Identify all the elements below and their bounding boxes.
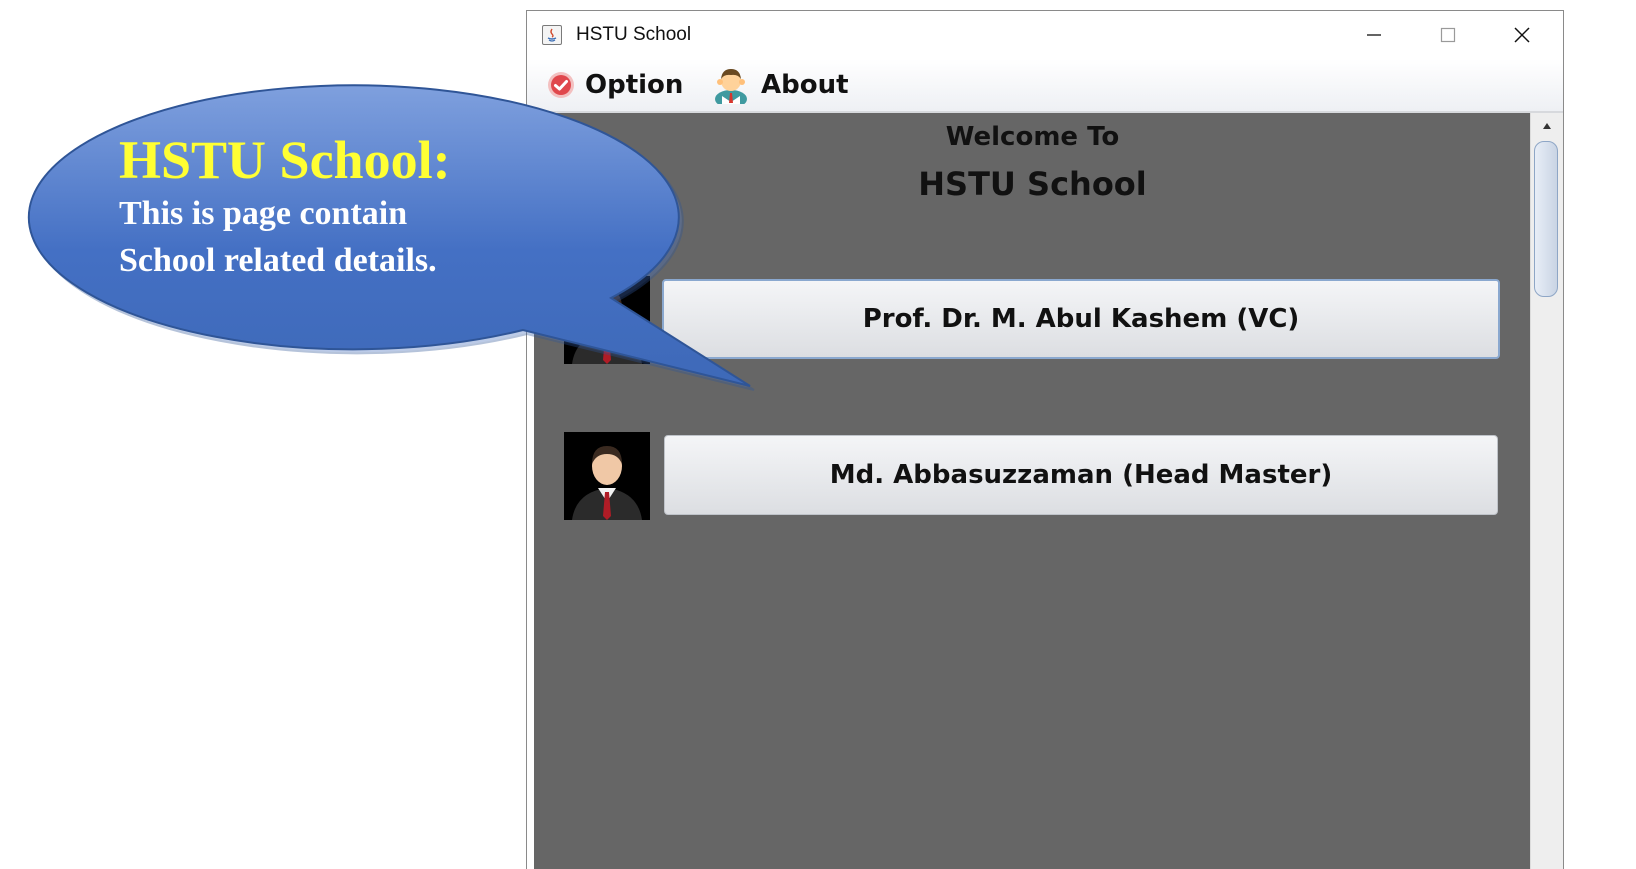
menu-option-label: Option [585,70,684,100]
menu-about-label: About [761,70,849,100]
maximize-icon [1440,27,1456,43]
close-icon [1514,27,1530,43]
vc-button[interactable]: Prof. Dr. M. Abul Kashem (VC) [662,279,1500,359]
headmaster-button[interactable]: Md. Abbasuzzaman (Head Master) [664,435,1498,515]
person-icon [715,69,747,104]
title-bar[interactable]: HSTU School [527,11,1563,59]
app-window: HSTU School Option About Welcome To HSTU… [526,10,1564,869]
minimize-icon [1367,34,1381,36]
headmaster-avatar [564,432,650,520]
close-button[interactable] [1485,11,1559,59]
callout-line-1: This is page contain [119,195,408,232]
headmaster-button-label: Md. Abbasuzzaman (Head Master) [829,460,1333,490]
minimize-button[interactable] [1337,11,1411,59]
java-app-icon [542,25,562,45]
callout-title: HSTU School: [119,130,451,190]
vc-button-label: Prof. Dr. M. Abul Kashem (VC) [862,304,1300,334]
person-avatar-icon [564,276,650,364]
welcome-heading: Welcome To [945,122,1120,152]
person-avatar-icon [564,432,650,520]
scroll-up-button[interactable] [1531,113,1563,139]
callout-line-2: School related details. [119,242,437,279]
scroll-thumb[interactable] [1534,141,1558,297]
school-heading: HSTU School [918,165,1147,203]
menu-option[interactable]: Option [547,67,683,103]
content-panel: Welcome To HSTU School Prof. Dr. M. Abul… [527,113,1563,869]
menu-bar: Option About [527,59,1563,113]
vertical-scrollbar[interactable] [1530,113,1563,869]
maximize-button[interactable] [1411,11,1485,59]
window-title: HSTU School [576,24,692,45]
vc-avatar [564,276,650,364]
option-icon [548,72,574,98]
menu-about[interactable]: About [711,67,849,104]
callout-text: HSTU School: This is page contain School… [119,130,539,284]
arrow-up-icon [1543,123,1551,129]
